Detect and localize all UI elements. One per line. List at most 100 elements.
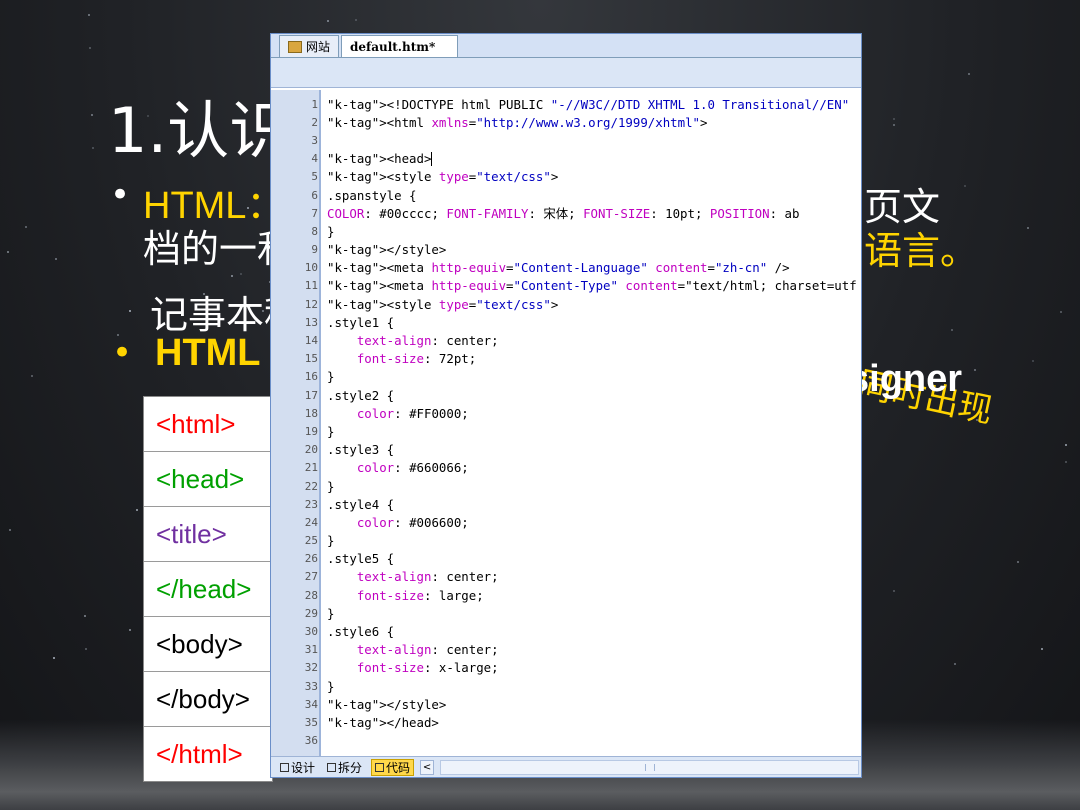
- line-number: 35: [304, 715, 318, 729]
- code-view-icon: [375, 762, 385, 772]
- tag-cell: <head>: [144, 452, 272, 507]
- code-text: .style2 {: [327, 387, 395, 403]
- code-line: 26 .style5 {: [271, 550, 861, 568]
- line-number: 17: [304, 388, 318, 402]
- star: [954, 663, 956, 665]
- site-folder-icon: [288, 40, 302, 53]
- code-line: 20 .style3 {: [271, 441, 861, 459]
- code-text: "k-tag"><html xmlns="http://www.w3.org/1…: [327, 114, 708, 130]
- code-editor-window: 网站 default.htm* 1 "k-tag"><!DOCTYPE html …: [270, 33, 862, 778]
- code-lines: 1 "k-tag"><!DOCTYPE html PUBLIC "-//W3C//…: [271, 95, 861, 750]
- code-line: 16}: [271, 368, 861, 386]
- code-text: .style3 {: [327, 442, 395, 458]
- code-line: 31 text-align: center;: [271, 641, 861, 659]
- line-number: 28: [304, 588, 318, 602]
- star: [327, 20, 329, 22]
- line-number: 14: [304, 334, 318, 348]
- line-number: 20: [304, 443, 318, 457]
- star: [1060, 311, 1062, 313]
- star: [7, 251, 9, 253]
- tag-cell: </head>: [144, 562, 272, 617]
- code-text: }: [327, 478, 335, 494]
- code-line: 33}: [271, 677, 861, 695]
- star: [1065, 444, 1067, 446]
- code-text: }: [327, 423, 335, 439]
- horizontal-scrollbar[interactable]: [440, 759, 859, 775]
- scroll-left-button[interactable]: <: [420, 759, 435, 775]
- code-text: font-size: x-large;: [356, 660, 499, 676]
- slide-title: 1.认识: [108, 94, 292, 167]
- code-text: }: [327, 605, 335, 621]
- code-text: .style6 {: [327, 624, 395, 640]
- code-text: "k-tag"><meta http-equiv="Content-Langua…: [327, 260, 790, 276]
- code-text: "k-tag"><!DOCTYPE html PUBLIC "-//W3C//D…: [327, 96, 850, 112]
- bullet-dot: •: [110, 175, 131, 215]
- star: [964, 185, 966, 187]
- star: [968, 73, 970, 75]
- code-line: 1 "k-tag"><!DOCTYPE html PUBLIC "-//W3C//…: [271, 95, 861, 113]
- star: [893, 124, 895, 126]
- code-line: 2 "k-tag"><html xmlns="http://www.w3.org/…: [271, 113, 861, 131]
- split-view-icon: [327, 762, 337, 772]
- star: [974, 369, 976, 371]
- tag-cell: <title>: [144, 507, 272, 562]
- line-number: 27: [304, 570, 318, 584]
- line-number: 21: [304, 461, 318, 475]
- tag-cell: </body>: [144, 672, 272, 727]
- code-line: 17 .style2 {: [271, 386, 861, 404]
- code-line: 15 font-size: 72pt;: [271, 350, 861, 368]
- star: [129, 629, 131, 631]
- tab-site[interactable]: 网站: [279, 35, 340, 57]
- view-split-button[interactable]: 拆分: [324, 759, 365, 776]
- code-line: 11 "k-tag"><meta http-equiv="Content-Type…: [271, 277, 861, 295]
- code-line: 27 text-align: center;: [271, 568, 861, 586]
- design-view-icon: [280, 762, 289, 772]
- code-text: color: #660066;: [356, 460, 469, 476]
- bullet2-label: HTML: [155, 332, 261, 374]
- code-text: "k-tag"></style>: [327, 242, 447, 258]
- tab-default-htm[interactable]: default.htm*: [341, 35, 459, 57]
- line-number: 10: [304, 261, 318, 275]
- code-text: "k-tag"><head>: [327, 150, 433, 167]
- code-text: "k-tag"></head>: [327, 714, 439, 730]
- line-number: 9: [311, 243, 318, 257]
- code-area[interactable]: 1 "k-tag"><!DOCTYPE html PUBLIC "-//W3C//…: [271, 90, 861, 758]
- star: [25, 226, 27, 228]
- line-number: 23: [304, 497, 318, 511]
- code-line: 32 font-size: x-large;: [271, 659, 861, 677]
- line-number: 29: [304, 606, 318, 620]
- view-switcher-bar: 设计 拆分 代码 <: [271, 756, 861, 777]
- line-number: 18: [304, 406, 318, 420]
- line-number: 15: [304, 352, 318, 366]
- line-number: 5: [311, 170, 318, 184]
- star: [1017, 561, 1019, 563]
- line-number: 36: [304, 734, 318, 748]
- tag-cell: <html>: [144, 397, 272, 452]
- star: [31, 375, 33, 377]
- code-text: .spanstyle {: [327, 187, 417, 203]
- view-code-button[interactable]: 代码: [371, 758, 415, 776]
- star: [91, 114, 93, 116]
- code-line: 22}: [271, 477, 861, 495]
- code-line: 6 .spanstyle {: [271, 186, 861, 204]
- code-line: 28 font-size: large;: [271, 586, 861, 604]
- code-line: 7 COLOR: #00cccc; FONT-FAMILY: 宋体; FONT-S…: [271, 204, 861, 222]
- star: [85, 648, 87, 650]
- tag-cell: </html>: [156, 738, 243, 769]
- view-design-button[interactable]: 设计: [277, 759, 318, 776]
- line-number: 2: [311, 115, 318, 129]
- code-text: color: #006600;: [356, 514, 469, 530]
- code-line: 13 .style1 {: [271, 313, 861, 331]
- code-line: 9 "k-tag"></style>: [271, 241, 861, 259]
- code-line: 30 .style6 {: [271, 622, 861, 640]
- code-line: 25}: [271, 532, 861, 550]
- code-text: "k-tag"><style type="text/css">: [327, 296, 559, 312]
- code-text: "k-tag"><meta http-equiv="Content-Type" …: [327, 278, 857, 294]
- line-number: 1: [311, 97, 318, 111]
- star: [55, 258, 57, 260]
- star: [951, 329, 953, 331]
- code-text: }: [327, 369, 335, 385]
- star: [136, 509, 138, 511]
- code-text: "k-tag"><style type="text/css">: [327, 169, 559, 185]
- line-number: 19: [304, 424, 318, 438]
